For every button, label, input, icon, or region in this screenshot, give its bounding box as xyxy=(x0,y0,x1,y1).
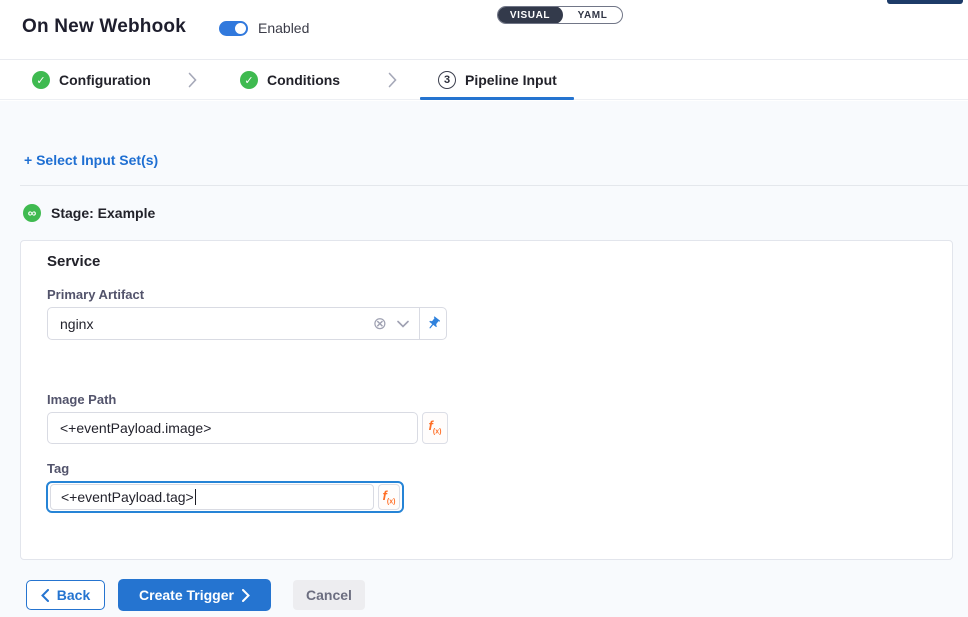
pipeline-input-panel: + Select Input Set(s) ∞ Stage: Example S… xyxy=(0,101,968,617)
header: On New Webhook Enabled VISUAL YAML xyxy=(0,0,968,59)
image-path-label: Image Path xyxy=(47,392,116,407)
enabled-toggle-group: Enabled xyxy=(219,20,309,36)
chevron-left-icon xyxy=(41,589,49,602)
tab-pipeline-input[interactable]: 3 Pipeline Input xyxy=(438,60,557,100)
back-button[interactable]: Back xyxy=(26,580,105,610)
select-input-sets-link[interactable]: + Select Input Set(s) xyxy=(24,152,158,168)
cd-stage-icon: ∞ xyxy=(23,204,41,222)
tab-configuration[interactable]: ✓ Configuration xyxy=(32,60,151,100)
tag-value: <+eventPayload.tag> xyxy=(61,489,194,505)
text-caret xyxy=(195,489,196,505)
chevron-right-icon xyxy=(188,72,197,88)
visual-yaml-toggle: VISUAL YAML xyxy=(497,6,623,24)
page-title: On New Webhook xyxy=(22,16,186,38)
tab-conditions-label: Conditions xyxy=(267,72,340,88)
active-tab-underline xyxy=(420,97,574,100)
check-circle-icon: ✓ xyxy=(32,71,50,89)
enabled-label: Enabled xyxy=(258,20,309,36)
enabled-toggle[interactable] xyxy=(219,21,248,36)
visual-tab[interactable]: VISUAL xyxy=(497,6,563,24)
pin-button[interactable] xyxy=(419,308,446,339)
chevron-right-icon xyxy=(242,589,250,602)
service-card: Service Primary Artifact ⊗ Image Path f(… xyxy=(20,240,953,560)
cancel-button[interactable]: Cancel xyxy=(293,580,365,610)
wizard-tab-bar: ✓ Configuration ✓ Conditions 3 Pipeline … xyxy=(0,59,968,100)
tab-configuration-label: Configuration xyxy=(59,72,151,88)
primary-artifact-label: Primary Artifact xyxy=(47,287,144,302)
chevron-down-icon[interactable] xyxy=(391,320,419,328)
image-path-input[interactable] xyxy=(47,412,418,444)
create-trigger-button[interactable]: Create Trigger xyxy=(118,579,271,611)
fx-icon: f(x) xyxy=(383,489,396,506)
yaml-tab[interactable]: YAML xyxy=(563,7,622,23)
tab-pipeline-input-label: Pipeline Input xyxy=(465,72,557,88)
fx-icon: f(x) xyxy=(429,419,442,436)
tag-label: Tag xyxy=(47,461,69,476)
pin-icon xyxy=(422,313,443,334)
expression-fx-button[interactable]: f(x) xyxy=(422,412,448,444)
check-circle-icon: ✓ xyxy=(240,71,258,89)
expression-fx-button[interactable]: f(x) xyxy=(378,484,400,510)
tab-conditions[interactable]: ✓ Conditions xyxy=(240,60,340,100)
cutoff-top-right-button[interactable] xyxy=(887,0,963,4)
service-heading: Service xyxy=(47,253,100,270)
primary-artifact-select[interactable]: ⊗ xyxy=(47,307,447,340)
primary-artifact-input[interactable] xyxy=(48,316,369,332)
tag-input-focused-group: <+eventPayload.tag> f(x) xyxy=(46,481,404,513)
stage-row: ∞ Stage: Example xyxy=(23,204,155,222)
chevron-right-icon xyxy=(388,72,397,88)
toggle-knob xyxy=(235,23,246,34)
tag-input[interactable]: <+eventPayload.tag> xyxy=(50,484,374,510)
divider xyxy=(20,185,968,186)
step-number-badge: 3 xyxy=(438,71,456,89)
stage-label: Stage: Example xyxy=(51,205,155,221)
clear-icon[interactable]: ⊗ xyxy=(369,315,391,332)
